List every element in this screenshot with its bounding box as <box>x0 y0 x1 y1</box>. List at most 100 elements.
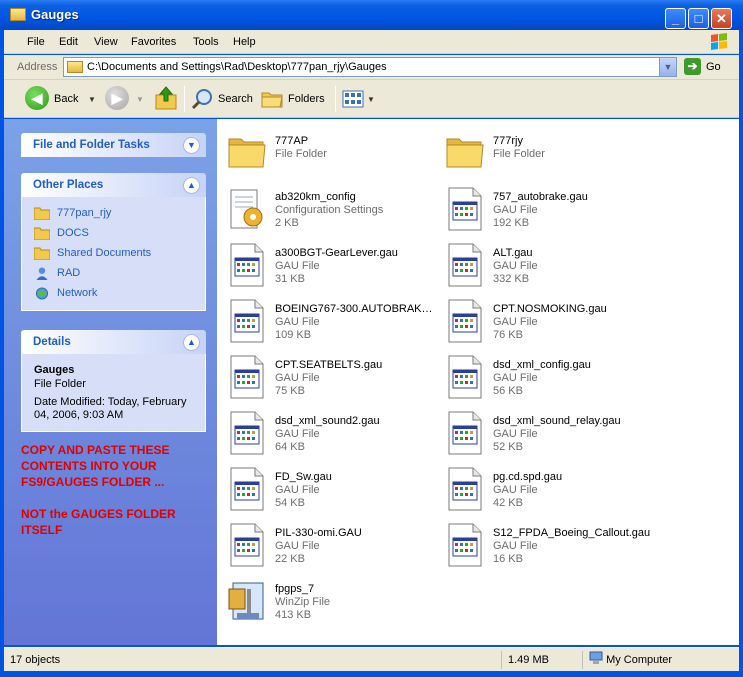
file-type: GAU File <box>493 260 538 272</box>
forward-arrow-icon: ▶ <box>105 86 129 110</box>
file-name: CPT.NOSMOKING.gau <box>493 303 607 315</box>
details-header[interactable]: Details ▲ <box>21 330 206 354</box>
task-pane: File and Folder Tasks ▼ Other Places ▲ 7… <box>4 119 217 645</box>
address-bar: Address C:\Documents and Settings\Rad\De… <box>4 55 739 80</box>
folders-button[interactable]: Folders <box>260 85 330 113</box>
address-input[interactable]: C:\Documents and Settings\Rad\Desktop\77… <box>63 57 677 77</box>
file-size: 76 KB <box>493 329 523 341</box>
file-folder-tasks-header[interactable]: File and Folder Tasks ▼ <box>21 133 206 157</box>
chevron-down-icon[interactable]: ▼ <box>136 95 144 104</box>
file-size: 54 KB <box>275 497 305 509</box>
my-computer-icon <box>589 651 603 664</box>
menu-help[interactable]: Help <box>233 36 256 48</box>
go-arrow-icon: ➔ <box>684 58 701 75</box>
menu-edit[interactable]: Edit <box>59 36 78 48</box>
gau-file-icon <box>227 411 267 455</box>
file-item[interactable]: dsd_xml_sound2.gau GAU File 64 KB <box>217 409 432 459</box>
file-type: GAU File <box>275 484 320 496</box>
file-type: GAU File <box>493 204 538 216</box>
details-panel: Details ▲ Gauges File Folder Date Modifi… <box>21 330 206 432</box>
gau-file-icon <box>445 187 485 231</box>
collapse-chevron-icon[interactable]: ▲ <box>183 177 200 194</box>
search-button[interactable]: Search <box>190 85 254 113</box>
file-item[interactable]: pg.cd.spd.gau GAU File 42 KB <box>435 465 650 515</box>
minimize-button[interactable]: _ <box>665 8 686 29</box>
file-name: ab320km_config <box>275 191 356 203</box>
expand-chevron-icon[interactable]: ▼ <box>183 137 200 154</box>
file-item[interactable]: 777rjy File Folder <box>435 129 650 179</box>
file-item[interactable]: 757_autobrake.gau GAU File 192 KB <box>435 185 650 235</box>
menu-file[interactable]: File <box>27 36 45 48</box>
chevron-down-icon[interactable]: ▼ <box>659 58 676 76</box>
views-button[interactable]: ▼ <box>341 85 375 113</box>
file-item[interactable]: dsd_xml_config.gau GAU File 56 KB <box>435 353 650 403</box>
file-name: ALT.gau <box>493 247 533 259</box>
folder-icon <box>10 8 26 21</box>
gau-file-icon <box>445 243 485 287</box>
file-name: FD_Sw.gau <box>275 471 332 483</box>
file-type: GAU File <box>493 484 538 496</box>
file-item[interactable]: CPT.SEATBELTS.gau GAU File 75 KB <box>217 353 432 403</box>
file-size: 413 KB <box>275 609 312 621</box>
file-name: PIL-330-omi.GAU <box>275 527 362 539</box>
window-title: Gauges <box>31 7 79 22</box>
folder-icon <box>34 227 50 240</box>
file-size: 192 KB <box>493 217 530 229</box>
file-type: GAU File <box>493 316 538 328</box>
file-type: GAU File <box>493 372 538 384</box>
chevron-down-icon[interactable]: ▼ <box>367 95 375 104</box>
go-label: Go <box>706 61 721 73</box>
close-button[interactable]: ✕ <box>711 8 732 29</box>
file-item[interactable]: BOEING767-300.AUTOBRAKE.... GAU File 109 K… <box>217 297 435 347</box>
other-places-header[interactable]: Other Places ▲ <box>21 173 206 197</box>
file-type: Configuration Settings <box>275 204 384 216</box>
file-item[interactable]: 777AP File Folder <box>217 129 432 179</box>
explorer-window: Gauges _ □ ✕ File Edit View Favorites To… <box>0 0 743 677</box>
back-button[interactable]: ◀ Back ▼ <box>25 85 101 113</box>
go-button[interactable]: ➔ Go <box>682 57 734 77</box>
user-icon <box>36 267 48 280</box>
file-item[interactable]: S12_FPDA_Boeing_Callout.gau GAU File 16 KB <box>435 521 650 571</box>
file-item[interactable]: ab320km_config Configuration Settings 2 KB <box>217 185 432 235</box>
menu-favorites[interactable]: Favorites <box>131 36 176 48</box>
menu-tools[interactable]: Tools <box>193 36 219 48</box>
menu-view[interactable]: View <box>94 36 118 48</box>
file-item[interactable]: a300BGT-GearLever.gau GAU File 31 KB <box>217 241 432 291</box>
details-body: Gauges File Folder Date Modified: Today,… <box>21 354 206 432</box>
gau-file-icon <box>227 243 267 287</box>
file-item[interactable]: dsd_xml_sound_relay.gau GAU File 52 KB <box>435 409 650 459</box>
up-folder-button[interactable] <box>154 85 180 113</box>
file-name: a300BGT-GearLever.gau <box>275 247 398 259</box>
file-name: 777AP <box>275 135 309 147</box>
gau-file-icon <box>227 523 267 567</box>
file-item[interactable]: fpgps_7 WinZip File 413 KB <box>217 577 432 627</box>
toolbar: ◀ Back ▼ ▶ ▼ Search Folders ▼ <box>4 80 739 118</box>
file-folder-tasks-panel: File and Folder Tasks ▼ <box>21 133 206 157</box>
file-item[interactable]: PIL-330-omi.GAU GAU File 22 KB <box>217 521 432 571</box>
file-size: 22 KB <box>275 553 305 565</box>
winzip-file-icon <box>227 579 267 623</box>
file-name: 777rjy <box>493 135 523 147</box>
status-bar: 17 objects 1.49 MB My Computer <box>4 647 739 671</box>
file-item[interactable]: CPT.NOSMOKING.gau GAU File 76 KB <box>435 297 650 347</box>
status-location-label: My Computer <box>606 654 673 666</box>
forward-button[interactable]: ▶ ▼ <box>105 85 151 113</box>
file-item[interactable]: FD_Sw.gau GAU File 54 KB <box>217 465 432 515</box>
file-size: 332 KB <box>493 273 530 285</box>
chevron-down-icon[interactable]: ▼ <box>88 95 96 104</box>
title-bar[interactable]: Gauges _ □ ✕ <box>0 0 743 30</box>
file-item[interactable]: ALT.gau GAU File 332 KB <box>435 241 650 291</box>
gau-file-icon <box>445 299 485 343</box>
file-type: GAU File <box>275 540 320 552</box>
collapse-chevron-icon[interactable]: ▲ <box>183 334 200 351</box>
menu-bar: File Edit View Favorites Tools Help <box>4 30 739 54</box>
file-type: GAU File <box>275 260 320 272</box>
file-type: File Folder <box>493 148 545 160</box>
address-path: C:\Documents and Settings\Rad\Desktop\77… <box>87 61 387 73</box>
file-type: GAU File <box>493 428 538 440</box>
place-label: 777pan_rjy <box>57 207 112 219</box>
copy-instruction-note: COPY AND PASTE THESE CONTENTS INTO YOUR … <box>21 443 170 489</box>
maximize-button[interactable]: □ <box>688 8 709 29</box>
folders-icon <box>261 92 283 108</box>
file-size: 16 KB <box>493 553 523 565</box>
